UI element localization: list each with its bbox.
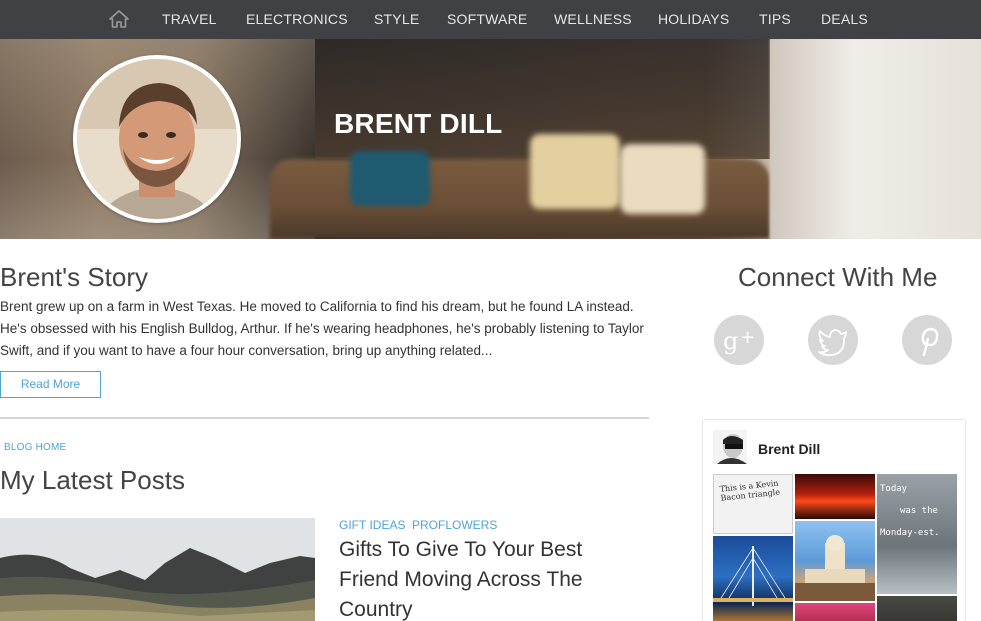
pin-today-line: Today (880, 484, 908, 494)
nav-item-tips[interactable]: TIPS (759, 11, 791, 27)
nav-item-travel[interactable]: TRAVEL (162, 11, 217, 27)
top-navigation: TRAVEL ELECTRONICS STYLE SOFTWARE WELLNE… (0, 0, 981, 39)
read-more-button[interactable]: Read More (0, 371, 101, 398)
banner-photo-right (770, 39, 981, 239)
pin-thumbnail[interactable]: Today was the Monday-est. (877, 474, 957, 594)
svg-text:+: + (740, 327, 755, 348)
nav-item-software[interactable]: SOFTWARE (447, 11, 527, 27)
avatar-image (713, 430, 747, 464)
pin-note-text: This is a Kevin Bacon triangle (719, 478, 781, 503)
profile-avatar (73, 55, 241, 223)
pin-today-line: Monday-est. (880, 528, 940, 538)
post-thumbnail[interactable] (0, 518, 315, 621)
google-plus-icon: g + (723, 327, 755, 355)
profile-name: BRENT DILL (334, 108, 503, 139)
google-plus-button[interactable]: g + (714, 315, 764, 365)
mountain-landscape-image (0, 518, 315, 621)
pin-thumbnail[interactable] (877, 596, 957, 621)
connect-heading: Connect With Me (738, 262, 938, 292)
pinterest-button[interactable] (902, 315, 952, 365)
nav-item-style[interactable]: STYLE (374, 11, 419, 27)
pin-thumbnail[interactable] (713, 536, 793, 621)
latest-posts-heading: My Latest Posts (0, 465, 185, 495)
twitter-button[interactable] (808, 315, 858, 365)
blog-home-link[interactable]: BLOG HOME (4, 442, 66, 453)
nav-item-deals[interactable]: DEALS (821, 11, 868, 27)
pin-today-text: Today was the Monday-est. (880, 478, 940, 544)
profile-photo (77, 59, 237, 219)
widget-avatar[interactable] (713, 430, 747, 464)
post-tag-gift-ideas[interactable]: GIFT IDEAS (339, 518, 405, 532)
story-heading: Brent's Story (0, 262, 149, 292)
post-tag-proflowers[interactable]: PROFLOWERS (412, 518, 497, 532)
story-text: Brent grew up on a farm in West Texas. H… (0, 299, 644, 358)
widget-username[interactable]: Brent Dill (758, 441, 820, 457)
svg-text:g: g (723, 327, 738, 355)
home-icon[interactable] (108, 9, 130, 29)
pin-thumbnail[interactable]: This is a Kevin Bacon triangle (713, 474, 793, 534)
pinterest-widget: Brent Dill This is a Kevin Bacon triangl… (702, 419, 966, 621)
section-divider (0, 417, 649, 419)
nav-item-holidays[interactable]: HOLIDAYS (658, 11, 729, 27)
banner-cushion (350, 151, 430, 206)
nav-item-electronics[interactable]: ELECTRONICS (246, 11, 348, 27)
pin-thumbnail[interactable] (795, 521, 875, 601)
banner-cushion (530, 134, 620, 209)
city-hall-image (795, 535, 875, 601)
pin-thumbnail[interactable] (795, 474, 875, 519)
pinterest-icon (921, 327, 939, 357)
nav-item-wellness[interactable]: WELLNESS (554, 11, 632, 27)
twitter-icon (818, 329, 847, 357)
banner-cushion (620, 144, 705, 214)
pin-thumbnail[interactable] (795, 603, 875, 621)
post-title[interactable]: Gifts To Give To Your Best Friend Moving… (339, 535, 639, 621)
pin-today-line: was the (900, 506, 938, 516)
bridge-image (713, 546, 793, 606)
